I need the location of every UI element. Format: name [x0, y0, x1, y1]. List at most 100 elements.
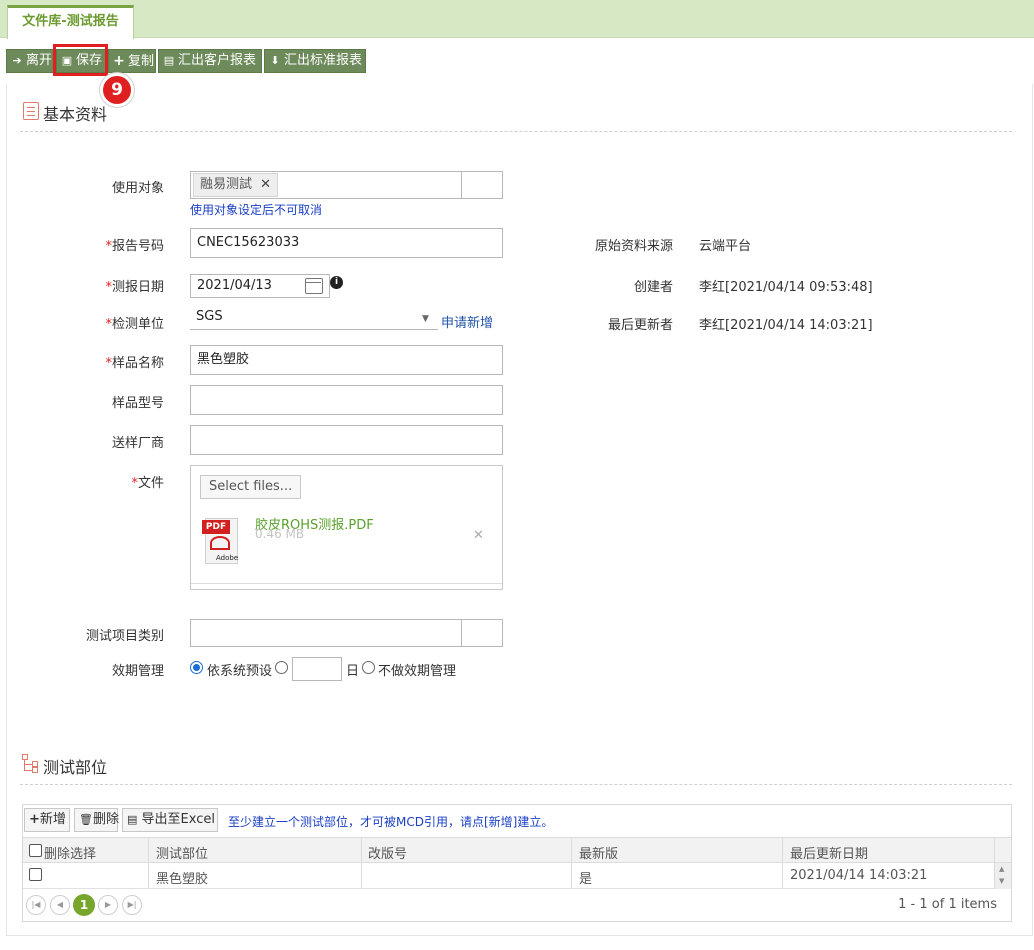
validity-days-radio[interactable] — [275, 661, 288, 674]
validity-none-radio[interactable] — [362, 661, 375, 674]
target-hint: 使用对象设定后不可取消 — [190, 203, 323, 217]
uploaded-file-size: 0.46 MB — [255, 527, 305, 541]
latest-cell: 是 — [579, 872, 593, 887]
copy-label: 复制 — [128, 54, 155, 69]
file-label: *文件 — [131, 476, 164, 491]
test-parts-grid: +新增 🗑删除 ▤ 导出至Excel 至少建立一个测试部位，才可被MCD引用，请… — [22, 804, 1012, 922]
target-multiselect-tail — [462, 171, 503, 199]
copy-button[interactable]: + 复制 — [108, 49, 156, 73]
row-select-checkbox[interactable] — [29, 868, 42, 881]
col-separator — [571, 863, 572, 889]
exit-icon: ➔ — [12, 54, 22, 67]
part-link[interactable]: 黑色塑胶 — [156, 868, 208, 887]
sample-name-label: *样品名称 — [105, 356, 164, 371]
validity-default-label: 依系统预设 — [207, 664, 273, 679]
file-upload: Select files... PDF Adobe 胶皮ROHS测报.PDF 0… — [190, 465, 503, 590]
file-list-divider — [191, 583, 502, 584]
supplier-label: 送样厂商 — [111, 436, 164, 451]
lab-label: *检测单位 — [105, 317, 164, 332]
parts-hint: 至少建立一个测试部位，才可被MCD引用，请点[新增]建立。 — [228, 815, 554, 829]
tab-test-report[interactable]: 文件库-测试报告 — [7, 5, 134, 39]
scroll-down-icon[interactable]: ▼ — [999, 877, 1004, 885]
test-category-select-tail — [462, 619, 503, 647]
section-title-basic: 基本资料 — [43, 105, 108, 124]
export-standard-report-button[interactable]: ⬇ 汇出标准报表 — [264, 49, 366, 73]
col-latest[interactable]: 最新版 — [579, 843, 618, 862]
plus-icon: + — [113, 53, 125, 69]
next-page-icon[interactable]: ▶ — [98, 895, 118, 915]
remove-chip-icon[interactable]: ✕ — [260, 177, 271, 192]
report-date-label: *测报日期 — [105, 280, 164, 295]
test-category-select[interactable] — [190, 619, 462, 647]
col-updated[interactable]: 最后更新日期 — [790, 843, 868, 862]
grid-scrollbar[interactable]: ▲ ▼ — [994, 863, 1011, 889]
trash-icon: 🗑 — [79, 813, 93, 826]
source-label: 原始资料来源 — [594, 239, 673, 254]
test-category-label: 测试项目类别 — [85, 629, 164, 644]
excel-file-icon: ▤ — [127, 813, 138, 826]
current-page-button[interactable]: 1 — [73, 894, 95, 916]
updater-value: 李红[2021/04/14 14:03:21] — [699, 318, 873, 333]
last-page-icon[interactable]: ▶| — [122, 895, 142, 915]
divider — [20, 784, 1012, 785]
export-standard-label: 汇出标准报表 — [284, 53, 363, 68]
col-separator — [148, 838, 149, 864]
step-marker: 9 — [100, 73, 134, 107]
divider — [20, 131, 1012, 132]
lab-label-text: 检测单位 — [111, 317, 164, 332]
col-part[interactable]: 测试部位 — [156, 843, 208, 862]
download-icon: ⬇ — [270, 54, 280, 67]
remove-file-icon[interactable]: ✕ — [473, 528, 484, 543]
validity-none-label: 不做效期管理 — [378, 664, 457, 679]
report-date-label-text: 测报日期 — [111, 280, 164, 295]
validity-label: 效期管理 — [111, 664, 164, 679]
pdf-brand: Adobe — [216, 554, 239, 562]
export-client-report-button[interactable]: ▤ 汇出客户报表 — [158, 49, 262, 73]
target-label: 使用对象 — [111, 181, 164, 196]
target-chip: 融易测試 ✕ — [193, 173, 279, 197]
col-separator — [782, 838, 783, 864]
report-no-label: *报告号码 — [105, 239, 164, 254]
supplier-input[interactable] — [190, 425, 503, 455]
col-separator — [361, 863, 362, 889]
sample-name-label-text: 样品名称 — [111, 356, 164, 371]
creator-label: 创建者 — [633, 280, 673, 295]
validity-default-radio[interactable] — [190, 661, 203, 674]
add-part-button[interactable]: +新增 — [24, 808, 70, 832]
sample-name-input[interactable]: 黑色塑胶 — [190, 345, 503, 375]
updated-cell: 2021/04/14 14:03:21 — [790, 868, 928, 883]
col-revision[interactable]: 改版号 — [368, 843, 407, 862]
updater-label: 最后更新者 — [607, 318, 673, 333]
lab-apply-link[interactable]: 申请新增 — [441, 312, 493, 331]
plus-icon: + — [29, 812, 40, 827]
creator-value: 李红[2021/04/14 09:53:48] — [699, 280, 873, 295]
select-files-button[interactable]: Select files... — [200, 475, 302, 499]
report-no-input[interactable]: CNEC15623033 — [190, 228, 503, 258]
chevron-down-icon: ▼ — [422, 314, 429, 324]
first-page-icon[interactable]: |◀ — [26, 895, 46, 915]
col-delete-select: 删除选择 — [44, 847, 97, 862]
add-part-label: 新增 — [39, 812, 66, 827]
delete-part-button[interactable]: 🗑删除 — [74, 808, 119, 832]
section-title-parts: 测试部位 — [43, 758, 108, 777]
scroll-up-icon[interactable]: ▲ — [999, 865, 1004, 873]
sample-model-label: 样品型号 — [111, 396, 164, 411]
file-label-text: 文件 — [137, 476, 164, 491]
validity-days-input[interactable] — [292, 657, 342, 681]
col-separator — [782, 863, 783, 889]
select-all-checkbox[interactable] — [29, 844, 42, 857]
col-separator — [994, 838, 995, 864]
lab-select[interactable]: SGS — [190, 306, 438, 330]
list-icon — [23, 102, 39, 120]
export-excel-button[interactable]: ▤ 导出至Excel — [122, 808, 218, 832]
calendar-icon[interactable] — [305, 278, 323, 294]
leave-button[interactable]: ➔ 离开 — [6, 49, 54, 73]
prev-page-icon[interactable]: ◀ — [50, 895, 70, 915]
export-client-label: 汇出客户报表 — [178, 53, 257, 68]
pdf-badge: PDF — [202, 520, 230, 534]
source-value: 云端平台 — [699, 239, 752, 254]
report-no-label-text: 报告号码 — [111, 239, 164, 254]
delete-part-label: 删除 — [92, 812, 119, 827]
sample-model-input[interactable] — [190, 385, 503, 415]
info-icon[interactable]: i — [330, 276, 343, 289]
